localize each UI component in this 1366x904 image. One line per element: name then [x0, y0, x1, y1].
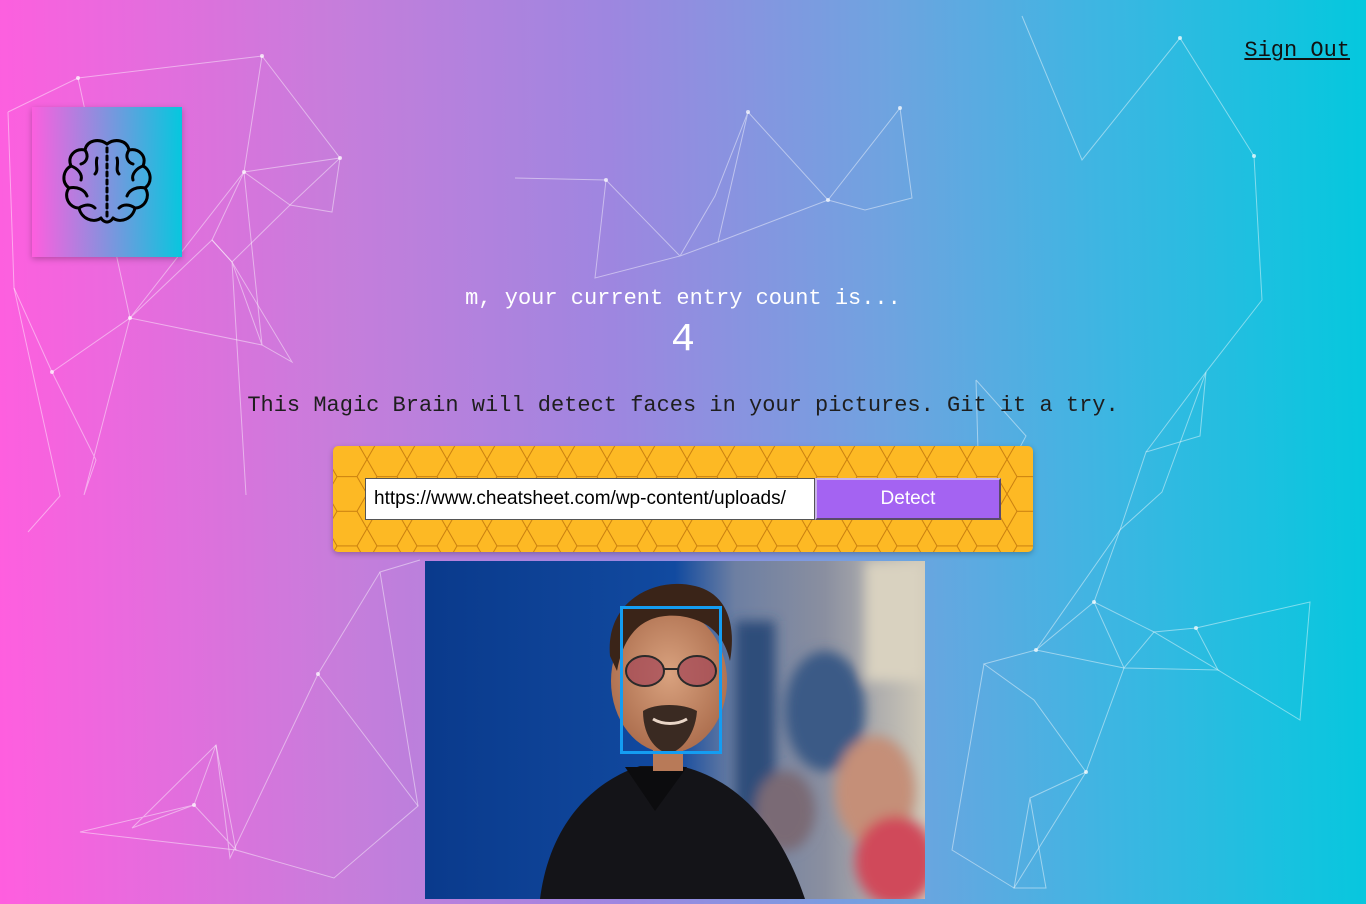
entry-count-message: m, your current entry count is... [465, 286, 901, 311]
result-image [425, 561, 925, 899]
image-url-input[interactable] [365, 478, 815, 520]
image-link-form: Detect [333, 446, 1033, 552]
detect-button[interactable]: Detect [815, 478, 1001, 520]
intro-text: This Magic Brain will detect faces in yo… [247, 393, 1119, 418]
sign-out-link[interactable]: Sign Out [1244, 38, 1350, 63]
brain-icon [62, 139, 152, 224]
entry-count-value: 4 [670, 318, 695, 363]
face-bounding-box [620, 606, 722, 754]
logo-card [32, 107, 182, 257]
